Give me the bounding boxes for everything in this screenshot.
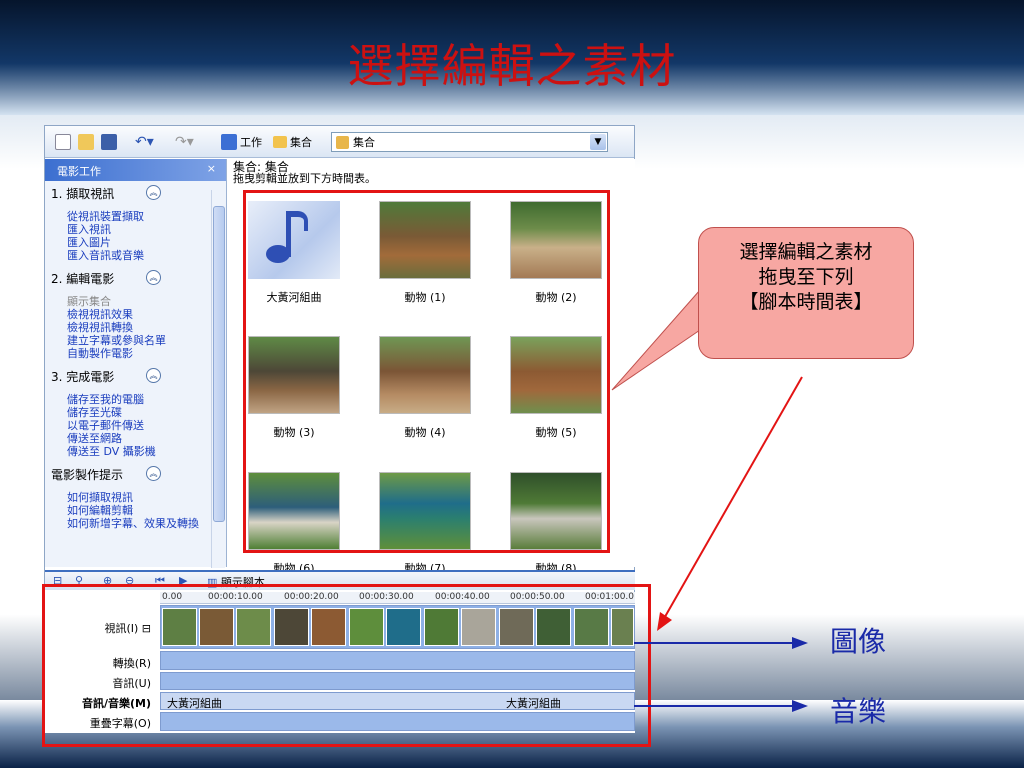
redo-icon: ↷▾ [175, 134, 194, 150]
section-title: 2. 編輯電影 [51, 272, 115, 286]
callout-line: 選擇編輯之素材 [739, 241, 873, 263]
collection-select[interactable]: 集合 ▼ [331, 132, 608, 152]
red-arrow-line [661, 376, 803, 623]
new-file-icon [55, 134, 71, 150]
save-project-button[interactable] [101, 133, 120, 151]
open-folder-icon [78, 134, 94, 150]
collection-instruction: 拖曳剪輯並放到下方時間表。 [233, 172, 376, 185]
close-icon[interactable]: × [207, 162, 216, 175]
red-arrow-head [657, 612, 672, 631]
task-link[interactable]: 儲存至光碟 [45, 406, 226, 419]
collection-select-value: 集合 [353, 136, 375, 149]
toolbar: ↶▾ ↷▾ 工作 集合 集合 ▼ [45, 126, 634, 158]
task-link[interactable]: 以電子郵件傳送 [45, 419, 226, 432]
collections-label: 集合 [290, 136, 312, 149]
task-link[interactable]: 如何擷取視訊 [45, 491, 226, 504]
collapse-icon[interactable]: ︽ [146, 185, 161, 200]
redo-button[interactable]: ↷▾ [175, 133, 194, 151]
task-link: 顯示集合 [67, 295, 111, 308]
task-link[interactable]: 檢視視訊轉換 [45, 321, 226, 334]
tasks-button[interactable]: 工作 [221, 133, 262, 151]
collapse-icon[interactable]: ︽ [146, 368, 161, 383]
scroll-thumb[interactable] [213, 206, 225, 522]
section-title: 電影製作提示 [51, 468, 124, 482]
task-link[interactable]: 匯入音訊或音樂 [45, 249, 226, 262]
tasks-icon [221, 134, 237, 150]
collection-highlight-box [243, 190, 610, 553]
task-section-tips[interactable]: 電影製作提示 ︽ [45, 462, 226, 485]
tasks-label: 工作 [240, 136, 262, 149]
callout-line: 【腳本時間表】 [739, 291, 873, 313]
open-project-button[interactable] [78, 133, 97, 151]
task-pane-scrollbar[interactable] [211, 190, 225, 568]
collapse-icon[interactable]: ︽ [146, 466, 161, 481]
music-label: 音樂 [830, 695, 887, 728]
movie-tasks-header: 電影工作 × [45, 159, 226, 181]
task-link[interactable]: 匯入圖片 [45, 236, 226, 249]
new-project-button[interactable] [55, 133, 74, 151]
task-link[interactable]: 傳送至網路 [45, 432, 226, 445]
movie-tasks-pane: 電影工作 × 1. 擷取視訊 ︽ 從視訊裝置擷取 匯入視訊 匯入圖片 匯入音訊或音樂… [45, 159, 227, 568]
task-link[interactable]: 匯入視訊 [45, 223, 226, 236]
section-title: 3. 完成電影 [51, 370, 115, 384]
timeline-highlight-box [42, 584, 651, 747]
task-link[interactable]: 傳送至 DV 攝影機 [45, 445, 226, 458]
undo-button[interactable]: ↶▾ [135, 133, 154, 151]
task-link[interactable]: 檢視視訊效果 [45, 308, 226, 321]
movie-tasks-title: 電影工作 [57, 165, 101, 178]
section-title: 1. 擷取視訊 [51, 187, 115, 201]
slide-title: 選擇編輯之素材 [347, 39, 677, 93]
task-link[interactable]: 從視訊裝置擷取 [45, 210, 226, 223]
collection-icon [336, 135, 349, 149]
collections-button[interactable]: 集合 [273, 133, 312, 151]
task-link[interactable]: 儲存至我的電腦 [45, 393, 226, 406]
image-label: 圖像 [830, 625, 887, 658]
task-section-edit[interactable]: 2. 編輯電影 ︽ [45, 266, 226, 289]
task-section-finish[interactable]: 3. 完成電影 ︽ [45, 364, 226, 387]
collections-folder-icon [273, 136, 287, 148]
undo-icon: ↶▾ [135, 134, 154, 150]
callout-box: 選擇編輯之素材 拖曳至下列 【腳本時間表】 [698, 227, 914, 359]
blue-arrow-image-head [792, 637, 808, 649]
task-link[interactable]: 如何編輯剪輯 [45, 504, 226, 517]
task-link[interactable]: 如何新增字幕、效果及轉換 [45, 517, 226, 530]
task-section-capture[interactable]: 1. 擷取視訊 ︽ [45, 181, 226, 204]
chevron-down-icon[interactable]: ▼ [590, 134, 606, 150]
collapse-icon[interactable]: ︽ [146, 270, 161, 285]
save-icon [101, 134, 117, 150]
task-link[interactable]: 建立字幕或參與名單 [45, 334, 226, 347]
task-link[interactable]: 自動製作電影 [45, 347, 226, 360]
callout-line: 拖曳至下列 [758, 266, 854, 288]
